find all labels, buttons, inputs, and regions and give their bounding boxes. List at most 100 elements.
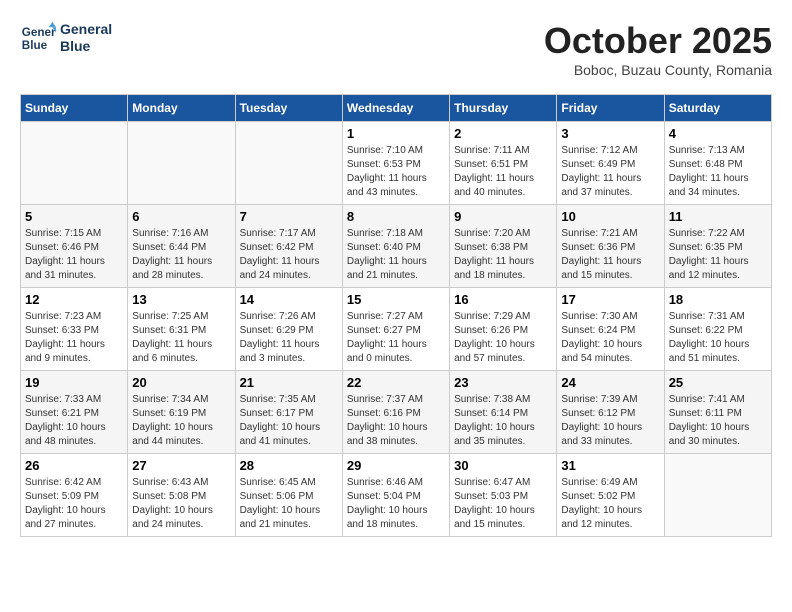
- day-info: Sunrise: 6:43 AM Sunset: 5:08 PM Dayligh…: [132, 476, 230, 532]
- day-number: 19: [25, 375, 123, 390]
- calendar-cell: [235, 122, 342, 205]
- weekday-header-wednesday: Wednesday: [342, 95, 449, 122]
- calendar-cell: 27 Sunrise: 6:43 AM Sunset: 5:08 PM Dayli…: [128, 454, 235, 537]
- calendar-cell: 24 Sunrise: 7:39 AM Sunset: 6:12 PM Dayli…: [557, 371, 664, 454]
- day-number: 7: [240, 209, 338, 224]
- calendar-cell: 6Sunrise: 7:16 AM Sunset: 6:44 PM Daylig…: [128, 205, 235, 288]
- calendar-cell: 11Sunrise: 7:22 AM Sunset: 6:35 PM Dayli…: [664, 205, 771, 288]
- calendar-table: SundayMondayTuesdayWednesdayThursdayFrid…: [20, 94, 772, 537]
- day-number: 24: [561, 375, 659, 390]
- day-number: 15: [347, 292, 445, 307]
- day-info: Sunrise: 6:45 AM Sunset: 5:06 PM Dayligh…: [240, 476, 338, 532]
- day-info: Sunrise: 7:26 AM Sunset: 6:29 PM Dayligh…: [240, 310, 338, 366]
- day-info: Sunrise: 7:13 AM Sunset: 6:48 PM Dayligh…: [669, 144, 767, 200]
- day-number: 1: [347, 126, 445, 141]
- day-info: Sunrise: 7:18 AM Sunset: 6:40 PM Dayligh…: [347, 227, 445, 283]
- day-number: 5: [25, 209, 123, 224]
- weekday-header-tuesday: Tuesday: [235, 95, 342, 122]
- day-number: 3: [561, 126, 659, 141]
- calendar-cell: 29 Sunrise: 6:46 AM Sunset: 5:04 PM Dayli…: [342, 454, 449, 537]
- day-number: 2: [454, 126, 552, 141]
- logo: General Blue General Blue: [20, 20, 112, 56]
- calendar-cell: 23 Sunrise: 7:38 AM Sunset: 6:14 PM Dayli…: [450, 371, 557, 454]
- calendar-cell: 26Sunrise: 6:42 AM Sunset: 5:09 PM Dayli…: [21, 454, 128, 537]
- day-number: 31: [561, 458, 659, 473]
- calendar-cell: 31 Sunrise: 6:49 AM Sunset: 5:02 PM Dayli…: [557, 454, 664, 537]
- day-info: Sunrise: 7:27 AM Sunset: 6:27 PM Dayligh…: [347, 310, 445, 366]
- logo-blue: Blue: [60, 38, 112, 55]
- location: Boboc, Buzau County, Romania: [544, 62, 772, 78]
- day-info: Sunrise: 7:29 AM Sunset: 6:26 PM Dayligh…: [454, 310, 552, 366]
- calendar-cell: 25 Sunrise: 7:41 AM Sunset: 6:11 PM Dayli…: [664, 371, 771, 454]
- day-number: 20: [132, 375, 230, 390]
- day-number: 16: [454, 292, 552, 307]
- calendar-cell: 18 Sunrise: 7:31 AM Sunset: 6:22 PM Dayli…: [664, 288, 771, 371]
- calendar-cell: 4 Sunrise: 7:13 AM Sunset: 6:48 PM Daylig…: [664, 122, 771, 205]
- day-number: 10: [561, 209, 659, 224]
- weekday-header-friday: Friday: [557, 95, 664, 122]
- day-info: Sunrise: 7:25 AM Sunset: 6:31 PM Dayligh…: [132, 310, 230, 366]
- day-number: 17: [561, 292, 659, 307]
- day-info: Sunrise: 7:23 AM Sunset: 6:33 PM Dayligh…: [25, 310, 123, 366]
- calendar-cell: 12 Sunrise: 7:23 AM Sunset: 6:33 PM Dayli…: [21, 288, 128, 371]
- calendar-week-3: 12 Sunrise: 7:23 AM Sunset: 6:33 PM Dayli…: [21, 288, 772, 371]
- day-info: Sunrise: 7:11 AM Sunset: 6:51 PM Dayligh…: [454, 144, 552, 200]
- month-title: October 2025: [544, 20, 772, 62]
- day-info: Sunrise: 7:10 AM Sunset: 6:53 PM Dayligh…: [347, 144, 445, 200]
- page-header: General Blue General Blue October 2025 B…: [20, 20, 772, 78]
- day-number: 9: [454, 209, 552, 224]
- weekday-header-monday: Monday: [128, 95, 235, 122]
- day-number: 25: [669, 375, 767, 390]
- day-info: Sunrise: 7:12 AM Sunset: 6:49 PM Dayligh…: [561, 144, 659, 200]
- calendar-cell: 7 Sunrise: 7:17 AM Sunset: 6:42 PM Daylig…: [235, 205, 342, 288]
- calendar-cell: 17 Sunrise: 7:30 AM Sunset: 6:24 PM Dayli…: [557, 288, 664, 371]
- day-number: 14: [240, 292, 338, 307]
- title-block: October 2025 Boboc, Buzau County, Romani…: [544, 20, 772, 78]
- day-info: Sunrise: 7:38 AM Sunset: 6:14 PM Dayligh…: [454, 393, 552, 449]
- day-info: Sunrise: 7:30 AM Sunset: 6:24 PM Dayligh…: [561, 310, 659, 366]
- day-number: 8: [347, 209, 445, 224]
- day-number: 21: [240, 375, 338, 390]
- day-info: Sunrise: 7:17 AM Sunset: 6:42 PM Dayligh…: [240, 227, 338, 283]
- day-info: Sunrise: 7:31 AM Sunset: 6:22 PM Dayligh…: [669, 310, 767, 366]
- svg-text:Blue: Blue: [22, 39, 48, 52]
- calendar-cell: 3 Sunrise: 7:12 AM Sunset: 6:49 PM Daylig…: [557, 122, 664, 205]
- day-info: Sunrise: 7:39 AM Sunset: 6:12 PM Dayligh…: [561, 393, 659, 449]
- calendar-cell: 8 Sunrise: 7:18 AM Sunset: 6:40 PM Daylig…: [342, 205, 449, 288]
- calendar-cell: [128, 122, 235, 205]
- weekday-header-saturday: Saturday: [664, 95, 771, 122]
- day-number: 23: [454, 375, 552, 390]
- calendar-week-5: 26Sunrise: 6:42 AM Sunset: 5:09 PM Dayli…: [21, 454, 772, 537]
- day-info: Sunrise: 7:41 AM Sunset: 6:11 PM Dayligh…: [669, 393, 767, 449]
- day-info: Sunrise: 7:21 AM Sunset: 6:36 PM Dayligh…: [561, 227, 659, 283]
- day-number: 4: [669, 126, 767, 141]
- calendar-cell: 2 Sunrise: 7:11 AM Sunset: 6:51 PM Daylig…: [450, 122, 557, 205]
- day-info: Sunrise: 7:16 AM Sunset: 6:44 PM Dayligh…: [132, 227, 230, 283]
- calendar-cell: 9Sunrise: 7:20 AM Sunset: 6:38 PM Daylig…: [450, 205, 557, 288]
- day-number: 28: [240, 458, 338, 473]
- calendar-cell: 28 Sunrise: 6:45 AM Sunset: 5:06 PM Dayli…: [235, 454, 342, 537]
- weekday-header-row: SundayMondayTuesdayWednesdayThursdayFrid…: [21, 95, 772, 122]
- day-info: Sunrise: 7:37 AM Sunset: 6:16 PM Dayligh…: [347, 393, 445, 449]
- calendar-cell: [21, 122, 128, 205]
- calendar-cell: 10 Sunrise: 7:21 AM Sunset: 6:36 PM Dayli…: [557, 205, 664, 288]
- day-info: Sunrise: 6:42 AM Sunset: 5:09 PM Dayligh…: [25, 476, 123, 532]
- calendar-cell: 13Sunrise: 7:25 AM Sunset: 6:31 PM Dayli…: [128, 288, 235, 371]
- day-info: Sunrise: 6:49 AM Sunset: 5:02 PM Dayligh…: [561, 476, 659, 532]
- day-number: 22: [347, 375, 445, 390]
- logo-general: General: [60, 21, 112, 38]
- day-number: 12: [25, 292, 123, 307]
- calendar-cell: 5Sunrise: 7:15 AM Sunset: 6:46 PM Daylig…: [21, 205, 128, 288]
- calendar-cell: 20Sunrise: 7:34 AM Sunset: 6:19 PM Dayli…: [128, 371, 235, 454]
- calendar-cell: 19Sunrise: 7:33 AM Sunset: 6:21 PM Dayli…: [21, 371, 128, 454]
- logo-icon: General Blue: [20, 20, 56, 56]
- day-number: 29: [347, 458, 445, 473]
- calendar-cell: [664, 454, 771, 537]
- calendar-week-2: 5Sunrise: 7:15 AM Sunset: 6:46 PM Daylig…: [21, 205, 772, 288]
- day-number: 18: [669, 292, 767, 307]
- day-info: Sunrise: 6:46 AM Sunset: 5:04 PM Dayligh…: [347, 476, 445, 532]
- day-number: 27: [132, 458, 230, 473]
- calendar-cell: 30Sunrise: 6:47 AM Sunset: 5:03 PM Dayli…: [450, 454, 557, 537]
- calendar-week-1: 1 Sunrise: 7:10 AM Sunset: 6:53 PM Daylig…: [21, 122, 772, 205]
- calendar-cell: 22 Sunrise: 7:37 AM Sunset: 6:16 PM Dayli…: [342, 371, 449, 454]
